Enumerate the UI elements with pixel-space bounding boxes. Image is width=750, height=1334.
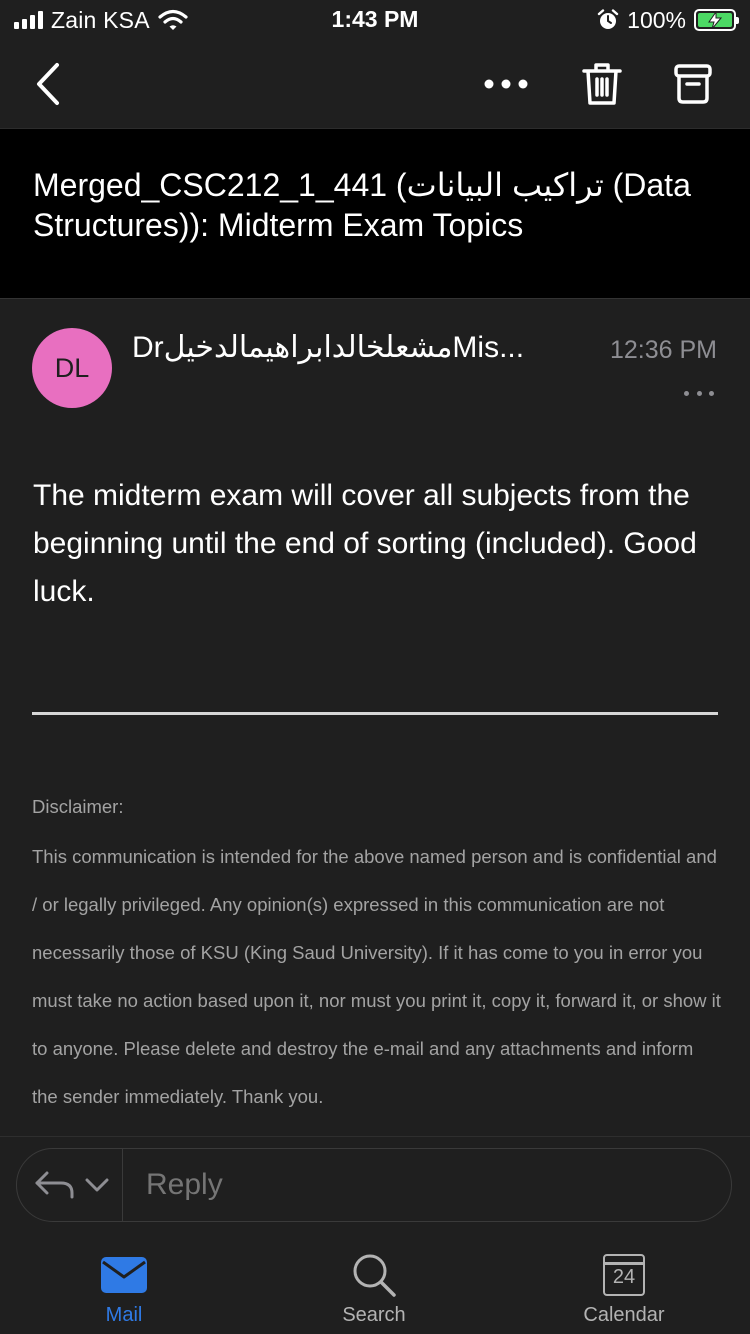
disclaimer-title: Disclaimer: (32, 796, 124, 817)
battery-percentage: 100% (627, 6, 686, 33)
mail-icon (101, 1257, 147, 1293)
archive-button[interactable] (663, 54, 723, 114)
email-view-screen: Zain KSA 1:43 PM 100% Merged_CSC212_1_44… (0, 0, 750, 1334)
reply-separator (0, 1136, 750, 1137)
calendar-icon: 24 (603, 1254, 645, 1296)
back-button[interactable] (18, 54, 78, 114)
reply-icon (35, 1171, 74, 1199)
search-icon (353, 1254, 396, 1297)
subject-header: Merged_CSC212_1_441 (تراكيب البيانات (Da… (0, 129, 750, 299)
sender-avatar[interactable]: DL (32, 328, 112, 408)
tab-search[interactable]: Search (294, 1250, 454, 1334)
disclaimer-text: This communication is intended for the a… (32, 846, 721, 1107)
back-icon (37, 63, 59, 105)
reply-divider (122, 1149, 123, 1221)
avatar-initials: DL (54, 352, 90, 383)
delete-button[interactable] (572, 54, 632, 114)
tab-mail-label: Mail (105, 1304, 143, 1326)
message-more-button[interactable] (684, 380, 714, 406)
reply-options-button[interactable] (35, 1167, 119, 1203)
tab-bar: Mail Search 24 Calendar (0, 1236, 750, 1334)
reply-input[interactable] (144, 1167, 534, 1203)
navigation-bar (0, 40, 750, 129)
more-icon (484, 79, 528, 89)
alarm-icon (597, 9, 619, 29)
email-body: The midterm exam will cover all subjects… (33, 479, 697, 608)
reply-bar (16, 1148, 732, 1222)
archive-icon (674, 64, 712, 104)
tab-mail[interactable]: Mail (44, 1250, 204, 1334)
battery-charging-icon (694, 9, 739, 31)
chevron-down-icon (85, 1178, 109, 1192)
sender-name[interactable]: DrمشعلخالدابراهيمالدخيلMis... (132, 330, 577, 365)
tab-calendar[interactable]: 24 Calendar (544, 1250, 704, 1334)
status-bar: Zain KSA 1:43 PM 100% (0, 0, 750, 40)
tab-search-label: Search (342, 1304, 406, 1326)
email-subject: Merged_CSC212_1_441 (تراكيب البيانات (Da… (33, 167, 691, 243)
trash-icon (582, 63, 622, 105)
calendar-day: 24 (612, 1266, 636, 1288)
tab-calendar-label: Calendar (583, 1304, 665, 1326)
signature-divider (32, 712, 718, 715)
received-time: 12:36 PM (609, 336, 717, 364)
more-actions-button[interactable] (476, 54, 536, 114)
status-right: 100% (597, 6, 739, 34)
